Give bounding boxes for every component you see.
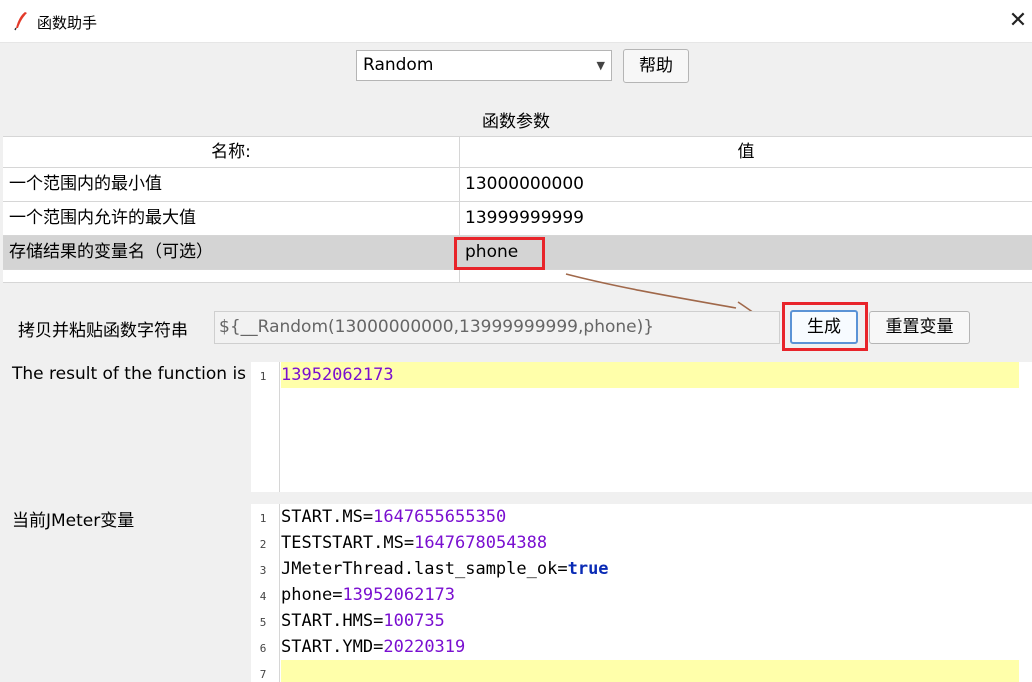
variables-editor[interactable]: 1 2 3 4 5 6 7 START.MS=1647655655350 TES… xyxy=(251,504,1032,682)
variable-line: START.YMD=20220319 xyxy=(281,634,1019,660)
variable-key: TESTSTART.MS xyxy=(281,533,404,553)
line-number: 1 xyxy=(259,370,267,383)
annotation-highlight-box xyxy=(454,237,545,270)
equals-sign: = xyxy=(362,507,374,527)
param-name: 存储结果的变量名（可选） xyxy=(9,242,213,262)
function-select-value: Random xyxy=(363,55,434,75)
chevron-down-icon: ▼ xyxy=(596,59,605,72)
variable-key: START.YMD xyxy=(281,637,374,657)
header-value: 值 xyxy=(737,142,755,162)
param-value[interactable]: 13000000000 xyxy=(465,168,584,201)
copy-string-label: 拷贝并粘贴函数字符串 xyxy=(18,321,188,341)
function-string-field[interactable]: ${__Random(13000000000,13999999999,phone… xyxy=(214,311,780,344)
variable-value: 100735 xyxy=(383,611,445,631)
variable-line xyxy=(281,660,1019,682)
variables-label: 当前JMeter变量 xyxy=(12,511,135,531)
line-number: 7 xyxy=(259,668,267,681)
close-icon[interactable]: ✕ xyxy=(1005,8,1031,34)
reset-variables-button[interactable]: 重置变量 xyxy=(869,311,970,344)
result-value: 13952062173 xyxy=(281,365,394,385)
equals-sign: = xyxy=(373,637,384,657)
result-editor[interactable]: 1 13952062173 xyxy=(251,362,1032,492)
variable-value: true xyxy=(567,559,609,579)
variable-line: START.HMS=100735 xyxy=(281,608,1019,634)
params-table-header: 名称: 值 xyxy=(3,137,1032,168)
window-title: 函数助手 xyxy=(37,14,98,32)
result-label: The result of the function is xyxy=(12,364,247,384)
variable-line: phone=13952062173 xyxy=(281,582,1019,608)
param-row-max[interactable]: 一个范围内允许的最大值 13999999999 xyxy=(3,202,1032,236)
function-select[interactable]: Random ▼ xyxy=(356,50,612,81)
feather-icon xyxy=(14,12,27,31)
variable-line: TESTSTART.MS=1647678054388 xyxy=(281,530,1019,556)
help-button[interactable]: 帮助 xyxy=(623,49,689,83)
param-row-min[interactable]: 一个范围内的最小值 13000000000 xyxy=(3,168,1032,202)
variable-value: 1647678054388 xyxy=(414,533,548,553)
title-bar: 函数助手 ✕ xyxy=(0,0,1032,43)
variable-line: JMeterThread.last_sample_ok=true xyxy=(281,556,1019,582)
variable-line: START.MS=1647655655350 xyxy=(281,504,1019,530)
param-name: 一个范围内允许的最大值 xyxy=(9,208,196,228)
result-line: 13952062173 xyxy=(281,362,1019,388)
param-value[interactable]: 13999999999 xyxy=(465,202,584,235)
equals-sign: = xyxy=(403,533,415,553)
variable-key: JMeterThread.last_sample_ok xyxy=(281,559,558,579)
line-number: 5 xyxy=(259,616,267,629)
equals-sign: = xyxy=(373,611,384,631)
params-title: 函数参数 xyxy=(482,112,550,132)
variable-value: 20220319 xyxy=(383,637,466,657)
line-number: 6 xyxy=(259,642,267,655)
variable-value: 13952062173 xyxy=(342,585,456,605)
line-number: 2 xyxy=(259,538,267,551)
line-gutter: 1 xyxy=(251,362,280,492)
variable-key: START.MS xyxy=(281,507,363,527)
line-number: 3 xyxy=(259,564,267,577)
equals-sign: = xyxy=(332,585,343,605)
header-name: 名称: xyxy=(211,142,251,162)
generate-button[interactable]: 生成 xyxy=(790,310,858,344)
line-number: 1 xyxy=(259,512,267,525)
variable-key: phone xyxy=(281,585,333,605)
line-number: 4 xyxy=(259,590,267,603)
variable-key: START.HMS xyxy=(281,611,374,631)
param-name: 一个范围内的最小值 xyxy=(9,174,162,194)
equals-sign: = xyxy=(557,559,568,579)
line-gutter: 1 2 3 4 5 6 7 xyxy=(251,504,280,682)
variable-value: 1647655655350 xyxy=(373,507,507,527)
